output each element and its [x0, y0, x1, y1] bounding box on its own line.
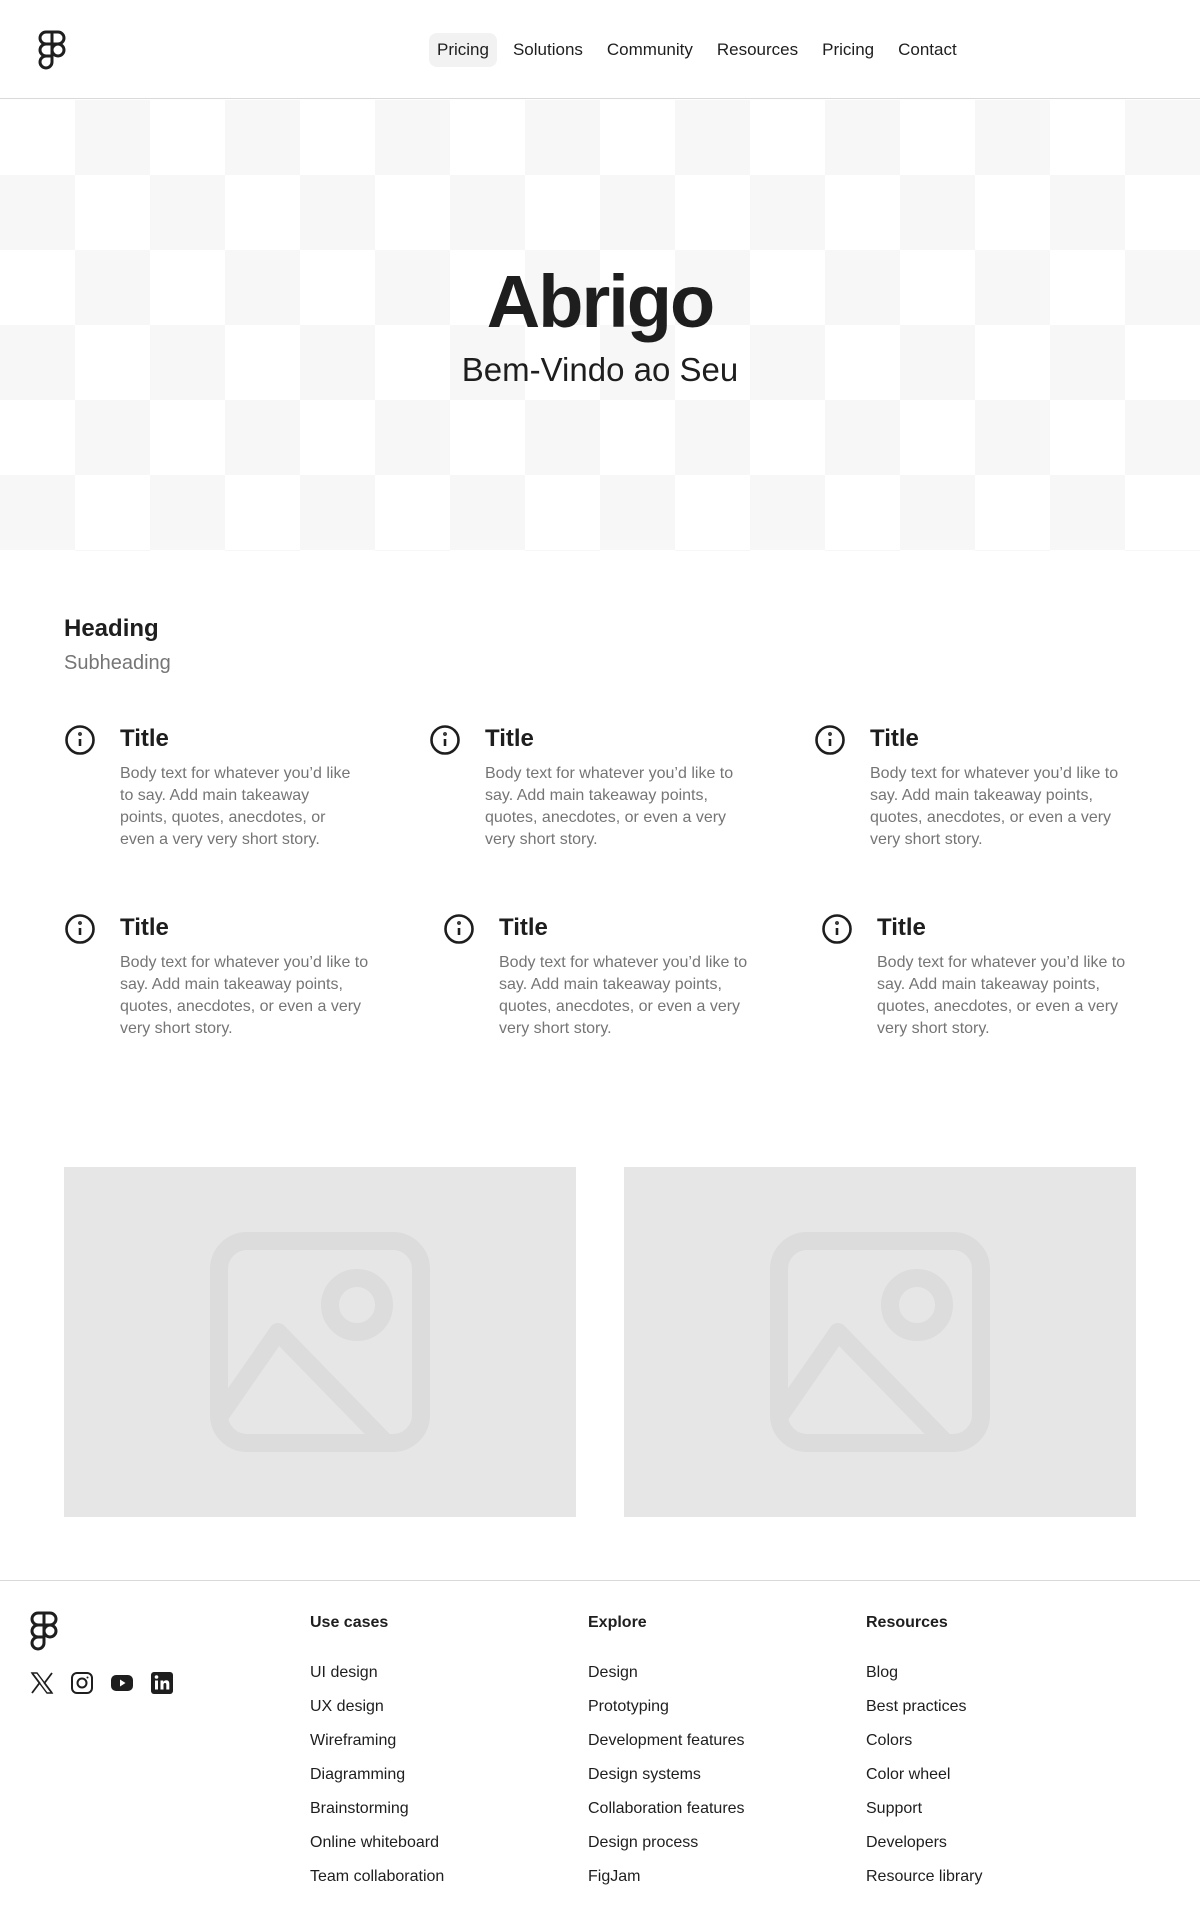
footer-link[interactable]: Color wheel — [866, 1765, 982, 1785]
feature-title: Title — [120, 725, 169, 752]
nav-item-community[interactable]: Community — [599, 33, 701, 67]
image-placeholder — [64, 1167, 576, 1517]
social-links — [30, 1671, 174, 1695]
section-heading: Heading — [64, 615, 159, 642]
info-icon — [65, 914, 95, 944]
footer-link[interactable]: Blog — [866, 1663, 982, 1683]
x-icon[interactable] — [30, 1671, 54, 1695]
youtube-icon[interactable] — [110, 1671, 134, 1695]
feature-title: Title — [120, 914, 169, 941]
nav-item-pricing-2[interactable]: Pricing — [814, 33, 882, 67]
section-subheading: Subheading — [64, 652, 171, 674]
footer-link[interactable]: Development features — [588, 1731, 745, 1751]
linkedin-icon[interactable] — [150, 1671, 174, 1695]
hero-title: Abrigo — [486, 260, 715, 343]
footer-link[interactable]: Online whiteboard — [310, 1833, 444, 1853]
footer-column-explore: Explore Design Prototyping Development f… — [588, 1613, 745, 1901]
footer-link[interactable]: Design systems — [588, 1765, 745, 1785]
info-icon — [430, 725, 460, 755]
footer-link[interactable]: Collaboration features — [588, 1799, 745, 1819]
footer-link[interactable]: Prototyping — [588, 1697, 745, 1717]
image-icon — [770, 1232, 990, 1452]
feature-body: Body text for whatever you’d like to say… — [120, 765, 351, 848]
footer-link[interactable]: Team collaboration — [310, 1867, 444, 1887]
feature-title: Title — [485, 725, 534, 752]
nav-item-pricing[interactable]: Pricing — [429, 33, 497, 67]
footer-heading: Use cases — [310, 1614, 389, 1631]
info-icon — [815, 725, 845, 755]
feature-title: Title — [877, 914, 926, 941]
feature-body: Body text for whatever you’d like to say… — [485, 765, 734, 848]
image-placeholder — [624, 1167, 1136, 1517]
footer-link[interactable]: Best practices — [866, 1697, 982, 1717]
feature-body: Body text for whatever you’d like to say… — [120, 954, 369, 1037]
footer-column-resources: Resources Blog Best practices Colors Col… — [866, 1613, 982, 1901]
main-nav: Pricing Solutions Community Resources Pr… — [429, 33, 965, 67]
feature-body: Body text for whatever you’d like to say… — [499, 954, 748, 1037]
figma-logo-icon[interactable] — [30, 1611, 58, 1651]
instagram-icon[interactable] — [70, 1671, 94, 1695]
nav-item-resources[interactable]: Resources — [709, 33, 806, 67]
site-footer: Use cases UI design UX design Wireframin… — [0, 1580, 1200, 1921]
footer-link[interactable]: Colors — [866, 1731, 982, 1751]
hero-subtitle: Bem-Vindo ao Seu — [461, 351, 739, 388]
figma-logo-icon[interactable] — [38, 30, 66, 70]
feature-title: Title — [870, 725, 919, 752]
footer-link[interactable]: Resource library — [866, 1867, 982, 1887]
feature-body: Body text for whatever you’d like to say… — [877, 954, 1126, 1037]
feature-body: Body text for whatever you’d like to say… — [870, 765, 1119, 848]
footer-link[interactable]: Diagramming — [310, 1765, 444, 1785]
footer-link[interactable]: Developers — [866, 1833, 982, 1853]
image-icon — [210, 1232, 430, 1452]
hero-section: Abrigo Bem-Vindo ao Seu — [0, 100, 1200, 551]
footer-link[interactable]: Design — [588, 1663, 745, 1683]
footer-link[interactable]: Support — [866, 1799, 982, 1819]
info-icon — [822, 914, 852, 944]
footer-link[interactable]: UI design — [310, 1663, 444, 1683]
footer-heading: Explore — [588, 1614, 647, 1631]
footer-heading: Resources — [866, 1614, 948, 1631]
info-icon — [444, 914, 474, 944]
nav-item-solutions[interactable]: Solutions — [505, 33, 591, 67]
footer-link[interactable]: Wireframing — [310, 1731, 444, 1751]
footer-column-use-cases: Use cases UI design UX design Wireframin… — [310, 1613, 444, 1901]
footer-link[interactable]: Brainstorming — [310, 1799, 444, 1819]
footer-link[interactable]: FigJam — [588, 1867, 745, 1887]
nav-item-contact[interactable]: Contact — [890, 33, 965, 67]
feature-title: Title — [499, 914, 548, 941]
site-header: Pricing Solutions Community Resources Pr… — [0, 0, 1200, 99]
footer-link[interactable]: Design process — [588, 1833, 745, 1853]
info-icon — [65, 725, 95, 755]
footer-link[interactable]: UX design — [310, 1697, 444, 1717]
